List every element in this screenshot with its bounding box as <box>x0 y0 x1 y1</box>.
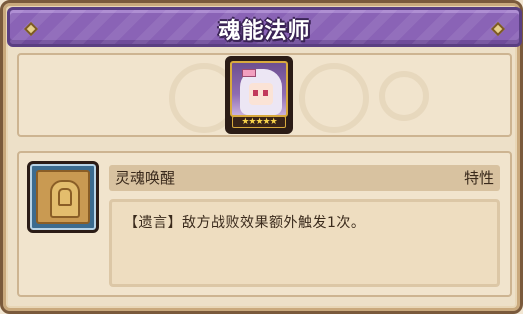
hero-portrait[interactable]: ★★★★★ <box>225 56 293 134</box>
soul-plaque-icon <box>36 170 90 224</box>
hero-name-title: 魂能法师 <box>218 19 311 44</box>
portrait-eye <box>263 90 268 96</box>
skill-description-box: 【遗言】敌方战败效果额外触发1次。 <box>109 199 500 287</box>
portrait-eye <box>253 90 258 96</box>
skill-header: 灵魂唤醒 特性 <box>109 165 500 191</box>
skill-type-label: 特性 <box>463 169 494 187</box>
skill-panel: 灵魂唤醒 特性 【遗言】敌方战败效果额外触发1次。 <box>17 151 512 297</box>
star-rating: ★★★★★ <box>232 116 286 128</box>
skill-name: 灵魂唤醒 <box>115 169 176 187</box>
background-emblem <box>299 63 369 133</box>
hero-detail-panel: 魂能法师 ★★★★★ 灵魂唤醒 特性 【遗言】敌方战败效果额外触发1次。 <box>0 0 523 314</box>
portrait-bow <box>242 69 256 77</box>
background-emblem <box>379 71 429 121</box>
skill-icon-button[interactable] <box>27 161 99 233</box>
skill-description: 【遗言】敌方战败效果额外触发1次。 <box>124 215 366 231</box>
mage-portrait-icon <box>230 61 288 117</box>
title-bar: 魂能法师 <box>7 7 522 47</box>
